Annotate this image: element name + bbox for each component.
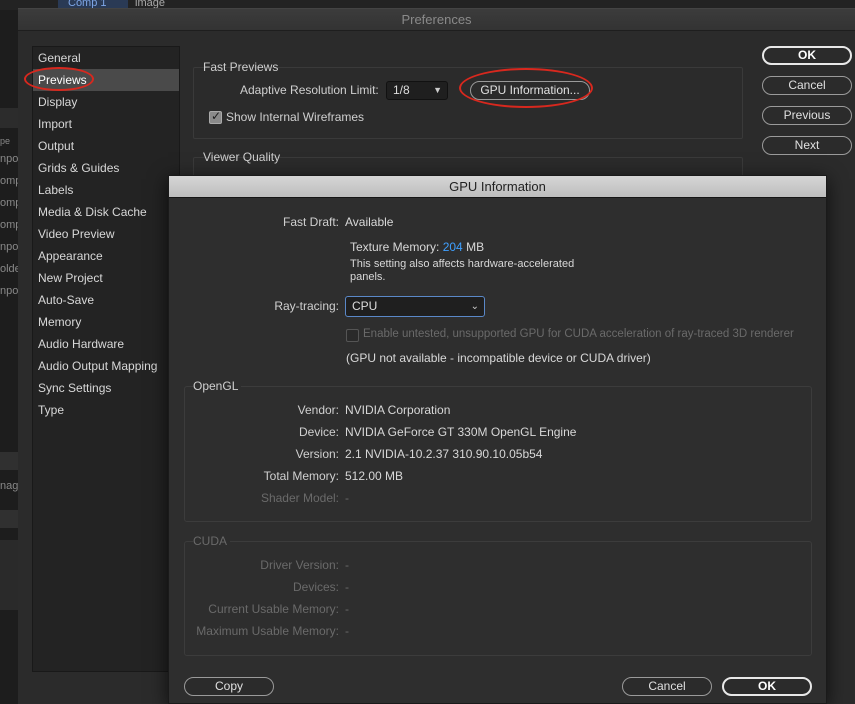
- sidebar-item-video-preview[interactable]: Video Preview: [33, 223, 179, 245]
- vendor-label: Vendor:: [297, 403, 339, 417]
- cuda-unsupported-gpu-label: Enable untested, unsupported GPU for CUD…: [363, 328, 794, 340]
- ray-tracing-value: CPU: [352, 299, 378, 313]
- ray-tracing-label: Ray-tracing:: [274, 299, 339, 313]
- copy-button[interactable]: Copy: [184, 677, 274, 696]
- driver-version-label: Driver Version:: [260, 558, 339, 572]
- texture-memory-value: 204: [442, 240, 463, 254]
- adaptive-resolution-label: Adaptive Resolution Limit:: [240, 83, 379, 97]
- texture-note-line2: panels.: [350, 271, 386, 283]
- sidebar-item-display[interactable]: Display: [33, 91, 179, 113]
- fast-draft-value: Available: [345, 215, 394, 229]
- shader-model-value: -: [345, 491, 349, 505]
- cuda-group-label: CUDA: [193, 534, 231, 548]
- devices-value: -: [345, 580, 349, 594]
- background-project-list: pe npo omp omp omp npo olde npo: [0, 134, 18, 302]
- opengl-group-label: OpenGL: [193, 379, 242, 393]
- texture-memory-row: Texture Memory: 204 MB: [350, 240, 484, 254]
- fast-draft-label: Fast Draft:: [282, 215, 339, 229]
- cuda-unsupported-gpu-checkbox[interactable]: [346, 329, 359, 342]
- background-list-item[interactable]: omp: [0, 170, 18, 192]
- sidebar-item-general[interactable]: General: [33, 47, 179, 69]
- chevron-down-icon: ⌄: [470, 301, 479, 312]
- background-list-item[interactable]: olde: [0, 258, 18, 280]
- texture-memory-unit: MB: [466, 240, 485, 254]
- sidebar-item-type[interactable]: Type: [33, 399, 179, 421]
- texture-note-line1: This setting also affects hardware-accel…: [350, 258, 575, 270]
- annotation-ring-previews: [24, 67, 94, 91]
- sidebar-item-output[interactable]: Output: [33, 135, 179, 157]
- wireframes-label: Show Internal Wireframes: [226, 110, 365, 124]
- preferences-sidebar: General Previews Display Import Output G…: [32, 46, 180, 672]
- gpu-ok-button[interactable]: OK: [722, 677, 812, 696]
- total-memory-label: Total Memory:: [263, 469, 339, 483]
- background-list-item[interactable]: npo: [0, 148, 18, 170]
- background-list-item[interactable]: npo: [0, 280, 18, 302]
- sidebar-item-audio-output-mapping[interactable]: Audio Output Mapping: [33, 355, 179, 377]
- chevron-down-icon: ▼: [433, 85, 442, 95]
- background-label: nage: [0, 480, 18, 492]
- vendor-value: NVIDIA Corporation: [345, 403, 451, 417]
- adaptive-resolution-value: 1/8: [393, 83, 410, 97]
- sidebar-item-import[interactable]: Import: [33, 113, 179, 135]
- annotation-ring-gpu-info: [459, 68, 593, 108]
- prefs-next-button[interactable]: Next: [762, 136, 852, 155]
- maximum-usable-memory-label: Maximum Usable Memory:: [196, 624, 339, 638]
- gpu-information-dialog: GPU Information Fast Draft: Available Te…: [168, 175, 827, 704]
- background-list-item[interactable]: omp: [0, 214, 18, 236]
- sidebar-item-memory[interactable]: Memory: [33, 311, 179, 333]
- current-usable-memory-label: Current Usable Memory:: [208, 602, 339, 616]
- ray-tracing-select[interactable]: CPU ⌄: [345, 296, 485, 317]
- background-list-item[interactable]: omp: [0, 192, 18, 214]
- background-panel-header: [0, 108, 18, 128]
- sidebar-item-grids-guides[interactable]: Grids & Guides: [33, 157, 179, 179]
- fast-previews-label: Fast Previews: [203, 60, 279, 74]
- sidebar-item-audio-hardware[interactable]: Audio Hardware: [33, 333, 179, 355]
- background-divider: [0, 510, 18, 528]
- sidebar-item-auto-save[interactable]: Auto-Save: [33, 289, 179, 311]
- shader-model-label: Shader Model:: [260, 491, 339, 505]
- gpu-dialog-title: GPU Information: [169, 176, 826, 198]
- device-value: NVIDIA GeForce GT 330M OpenGL Engine: [345, 425, 577, 439]
- prefs-cancel-button[interactable]: Cancel: [762, 76, 852, 95]
- viewer-quality-label: Viewer Quality: [203, 150, 281, 164]
- device-label: Device:: [298, 425, 339, 439]
- background-col-header: pe: [0, 136, 11, 146]
- maximum-usable-memory-value: -: [345, 624, 349, 638]
- texture-memory-label: Texture Memory:: [350, 240, 440, 254]
- version-label: Version:: [295, 447, 339, 461]
- version-value: 2.1 NVIDIA-10.2.37 310.90.10.05b54: [345, 447, 543, 461]
- sidebar-item-sync-settings[interactable]: Sync Settings: [33, 377, 179, 399]
- devices-label: Devices:: [292, 580, 339, 594]
- sidebar-item-appearance[interactable]: Appearance: [33, 245, 179, 267]
- gpu-cancel-button[interactable]: Cancel: [622, 677, 712, 696]
- adaptive-resolution-select[interactable]: 1/8 ▼: [386, 81, 448, 100]
- wireframes-checkbox[interactable]: [209, 109, 222, 124]
- prefs-ok-button[interactable]: OK: [762, 46, 852, 65]
- background-panel: [0, 540, 18, 610]
- driver-version-value: -: [345, 558, 349, 572]
- sidebar-item-labels[interactable]: Labels: [33, 179, 179, 201]
- current-usable-memory-value: -: [345, 602, 349, 616]
- prefs-previous-button[interactable]: Previous: [762, 106, 852, 125]
- background-list-item[interactable]: npo: [0, 236, 18, 258]
- background-divider: [0, 452, 18, 470]
- total-memory-value: 512.00 MB: [345, 469, 404, 483]
- preferences-title: Preferences: [18, 9, 855, 31]
- sidebar-item-media-disk-cache[interactable]: Media & Disk Cache: [33, 201, 179, 223]
- sidebar-item-new-project[interactable]: New Project: [33, 267, 179, 289]
- gpu-not-available-note: (GPU not available - incompatible device…: [346, 351, 651, 365]
